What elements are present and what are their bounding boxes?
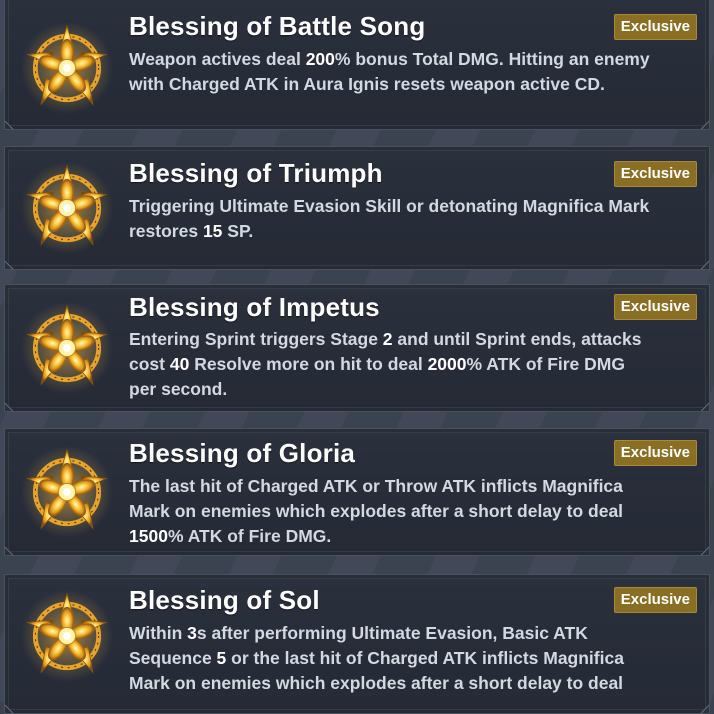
blessing-description: Within 3s after performing Ultimate Evas… bbox=[129, 623, 624, 693]
golden-flower-sigil-icon bbox=[19, 300, 115, 396]
blessing-card-gloria[interactable]: Blessing of Gloria Exclusive The last hi… bbox=[4, 428, 710, 556]
blessing-card-battle-song[interactable]: Blessing of Battle Song Exclusive Weapon… bbox=[4, 0, 710, 130]
blessing-description: Triggering Ultimate Evasion Skill or det… bbox=[129, 196, 650, 241]
blessing-description: The last hit of Charged ATK or Throw ATK… bbox=[129, 476, 624, 546]
blessing-title: Blessing of Triumph bbox=[129, 158, 383, 188]
exclusive-badge: Exclusive bbox=[613, 161, 697, 187]
blessing-card-triumph[interactable]: Blessing of Triumph Exclusive Triggering… bbox=[4, 146, 710, 270]
blessing-description: Entering Sprint triggers Stage 2 and unt… bbox=[129, 329, 642, 399]
exclusive-badge: Exclusive bbox=[613, 14, 697, 40]
golden-flower-sigil-icon bbox=[19, 588, 115, 684]
blessing-card-sol[interactable]: Blessing of Sol Exclusive Within 3s afte… bbox=[4, 574, 710, 714]
blessing-list: Blessing of Battle Song Exclusive Weapon… bbox=[0, 0, 714, 714]
golden-flower-sigil-icon bbox=[19, 20, 115, 116]
blessing-title: Blessing of Gloria bbox=[129, 438, 356, 468]
blessing-card-impetus[interactable]: Blessing of Impetus Exclusive Entering S… bbox=[4, 284, 710, 412]
exclusive-badge: Exclusive bbox=[613, 440, 697, 466]
blessing-title: Blessing of Impetus bbox=[129, 292, 380, 322]
blessing-title: Blessing of Sol bbox=[129, 585, 320, 615]
golden-flower-sigil-icon bbox=[19, 444, 115, 540]
blessing-title: Blessing of Battle Song bbox=[129, 11, 426, 41]
blessing-description: Weapon actives deal 200% bonus Total DMG… bbox=[129, 49, 650, 94]
exclusive-badge: Exclusive bbox=[613, 294, 697, 320]
golden-flower-sigil-icon bbox=[19, 160, 115, 256]
exclusive-badge: Exclusive bbox=[613, 587, 697, 613]
